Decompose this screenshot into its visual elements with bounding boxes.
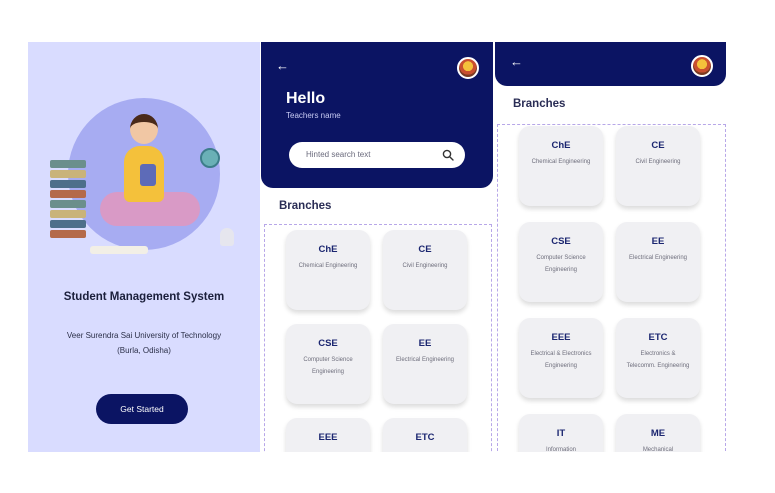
branch-code: EE	[418, 338, 432, 349]
branch-name: Computer Science Engineering	[536, 255, 586, 273]
arrow-left-icon[interactable]: ←	[510, 55, 523, 68]
branch-code: ETC	[648, 332, 668, 343]
branch-card[interactable]: EEE	[286, 418, 370, 452]
branch-card[interactable]: EE Electrical Engineering	[383, 324, 467, 404]
branch-code: IT	[556, 428, 566, 439]
user-avatar[interactable]	[457, 57, 479, 79]
branch-name: Information	[545, 447, 576, 452]
user-avatar[interactable]	[691, 55, 713, 77]
app-title: Student Management System	[63, 291, 225, 303]
branches-header: ←	[495, 42, 726, 86]
branch-card[interactable]: ETC Electronics & Telecomm. Engineering	[616, 318, 700, 398]
books-stack-icon	[50, 160, 86, 240]
branch-code: CE	[418, 244, 432, 255]
branch-code: EE	[651, 236, 665, 247]
branch-card[interactable]: EE Electrical Engineering	[616, 222, 700, 302]
tablet-icon	[140, 164, 156, 186]
home-header: ← Hello Teachers name Hinted search text	[261, 42, 493, 188]
search-input[interactable]: Hinted search text	[306, 150, 370, 159]
branch-name: Chemical Engineering	[531, 159, 591, 165]
branch-name: Chemical Engineering	[298, 263, 358, 269]
branch-code: ME	[650, 428, 666, 439]
university-name: Veer Surendra Sai University of Technolo…	[66, 331, 222, 340]
open-book-icon	[90, 246, 148, 254]
branch-name: Mechanical	[642, 447, 674, 452]
student-illustration-head	[130, 114, 158, 144]
branch-code: CE	[651, 140, 665, 151]
branch-card[interactable]: ME Mechanical	[616, 414, 700, 452]
university-info: Veer Surendra Sai University of Technolo…	[36, 328, 252, 358]
branch-code: CSE	[551, 236, 571, 247]
branch-code: ChE	[551, 140, 571, 151]
search-icon[interactable]	[442, 149, 454, 161]
branch-card[interactable]: ETC	[383, 418, 467, 452]
branch-card[interactable]: CE Civil Engineering	[383, 230, 467, 310]
get-started-button[interactable]: Get Started	[96, 394, 188, 424]
branch-card[interactable]: CE Civil Engineering	[616, 126, 700, 206]
lamp-icon	[220, 228, 234, 246]
branch-name: Electrical Engineering	[395, 357, 455, 363]
home-screen: ← Hello Teachers name Hinted search text…	[261, 42, 493, 452]
search-bar[interactable]: Hinted search text	[289, 142, 465, 168]
branch-card[interactable]: CSE Computer Science Engineering	[519, 222, 603, 302]
splash-screen: Student Management System Veer Surendra …	[28, 42, 260, 452]
university-location: (Burla, Odisha)	[117, 346, 171, 355]
branch-name: Civil Engineering	[635, 159, 681, 165]
greeting: Hello	[286, 90, 326, 107]
section-title: Branches	[279, 200, 332, 212]
branch-code: ETC	[415, 432, 435, 443]
branch-card[interactable]: IT Information	[519, 414, 603, 452]
branch-name: Electronics & Telecomm. Engineering	[626, 351, 690, 369]
section-title: Branches	[513, 98, 566, 110]
branch-card[interactable]: CSE Computer Science Engineering	[286, 324, 370, 404]
branch-code: CSE	[318, 338, 338, 349]
branch-code: EEE	[551, 332, 571, 343]
branch-name: Electrical Engineering	[628, 255, 688, 261]
globe-icon	[200, 148, 220, 168]
branch-card[interactable]: ChE Chemical Engineering	[519, 126, 603, 206]
arrow-left-icon[interactable]: ←	[276, 59, 289, 72]
branch-card[interactable]: EEE Electrical & Electronics Engineering	[519, 318, 603, 398]
branches-screen: ← Branches ChE Chemical Engineering CE C…	[495, 42, 726, 452]
branch-code: ChE	[318, 244, 338, 255]
branch-code: EEE	[318, 432, 338, 443]
branch-card[interactable]: ChE Chemical Engineering	[286, 230, 370, 310]
branch-name: Computer Science Engineering	[303, 357, 353, 375]
teacher-name: Teachers name	[286, 111, 341, 120]
branch-name: Electrical & Electronics Engineering	[530, 351, 592, 369]
branch-name: Civil Engineering	[402, 263, 448, 269]
